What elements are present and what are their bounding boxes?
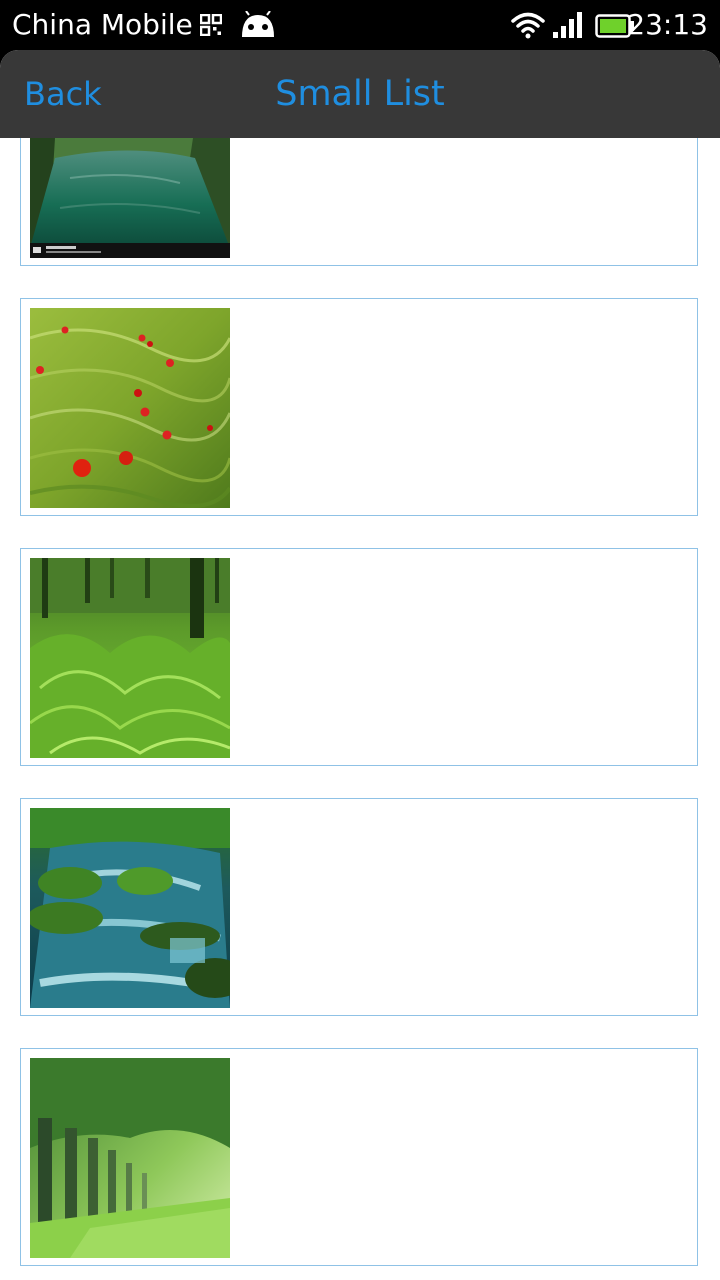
page-title: Small List xyxy=(275,74,445,114)
tree-avenue-photo xyxy=(30,1058,230,1258)
phone-screen: China Mobile 23:13 Back Small List xyxy=(0,0,720,1280)
list-item[interactable] xyxy=(20,1048,698,1266)
android-icon xyxy=(242,11,274,37)
wifi-icon xyxy=(511,12,545,39)
list-item[interactable] xyxy=(20,548,698,766)
river-canal-photo xyxy=(30,138,230,258)
fern-forest-photo xyxy=(30,558,230,758)
mossy-stream-photo xyxy=(30,808,230,1008)
carrier-name: China Mobile xyxy=(12,8,193,41)
app-window: Back Small List xyxy=(0,50,720,1280)
list-item[interactable] xyxy=(20,138,698,266)
status-bar: China Mobile 23:13 xyxy=(0,0,720,50)
list-item[interactable] xyxy=(20,798,698,1016)
title-bar: Back Small List xyxy=(0,50,720,138)
poppy-field-photo xyxy=(30,308,230,508)
clock: 23:13 xyxy=(627,8,708,41)
signal-icon xyxy=(553,12,582,38)
small-list[interactable] xyxy=(0,138,720,1280)
list-item[interactable] xyxy=(20,298,698,516)
qr-icon xyxy=(200,14,222,36)
